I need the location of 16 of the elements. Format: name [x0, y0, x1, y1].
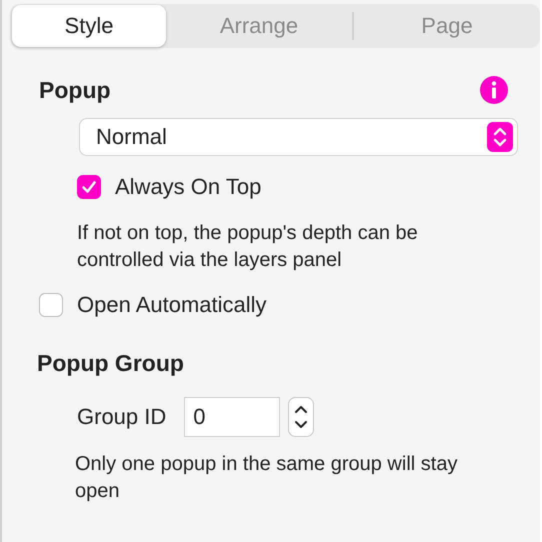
- group-id-field[interactable]: 0: [184, 397, 280, 437]
- help-text: If not on top, the popup's depth can be controlled via the layers panel: [77, 221, 419, 273]
- checkmark-icon: [80, 178, 98, 196]
- stepper-icon[interactable]: [288, 397, 314, 437]
- checkbox-label: Open Automatically: [77, 292, 267, 318]
- field-label: Group ID: [77, 404, 166, 430]
- checkbox[interactable]: [77, 175, 101, 199]
- popup-dropdown[interactable]: Normal: [79, 118, 518, 156]
- stepper-icon: [487, 122, 513, 152]
- section-heading: Popup: [39, 76, 111, 104]
- info-icon[interactable]: [480, 76, 508, 104]
- section-heading: Popup Group: [37, 350, 184, 376]
- checkbox[interactable]: [39, 293, 63, 317]
- checkbox-label: Always On Top: [115, 174, 262, 200]
- help-text: Only one popup in the same group will stay open: [75, 452, 458, 504]
- tab[interactable]: Style: [12, 5, 166, 47]
